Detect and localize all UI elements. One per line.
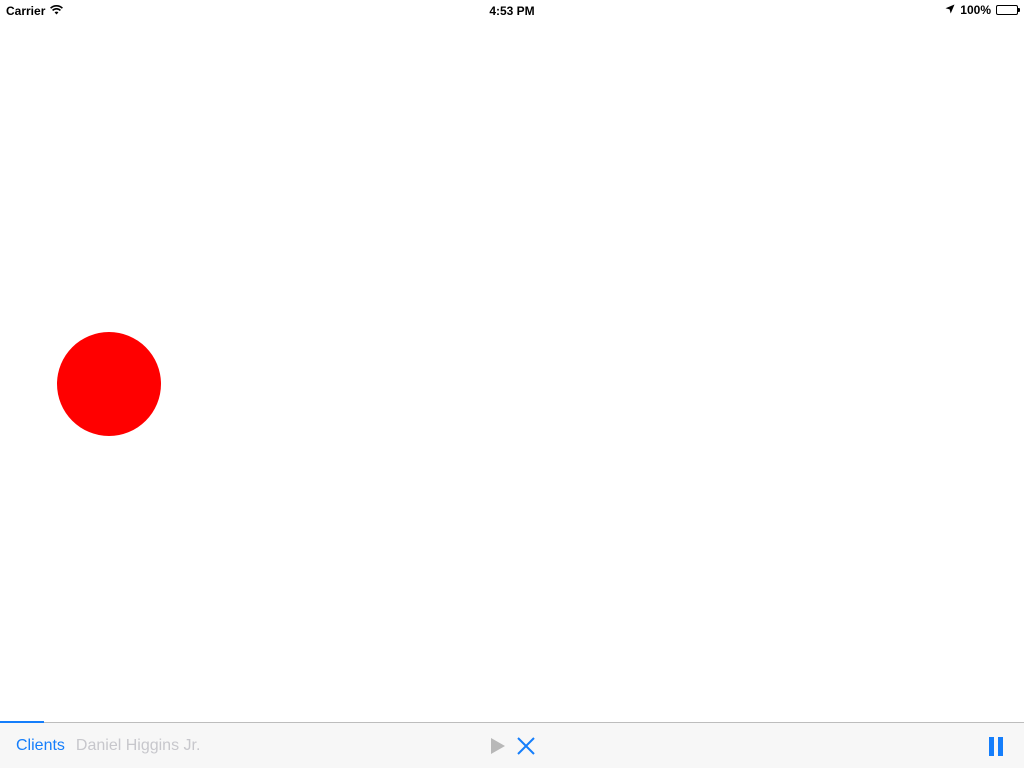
- breadcrumb-clients-link[interactable]: Clients: [16, 737, 65, 755]
- battery-icon: [996, 5, 1020, 15]
- wifi-icon: [50, 4, 64, 18]
- battery-percent: 100%: [960, 3, 991, 17]
- status-right: 100%: [945, 3, 1020, 17]
- progress-bar-fill: [0, 721, 45, 723]
- breadcrumb-current-client: Daniel Higgins Jr.: [75, 737, 201, 754]
- status-time: 4:53 PM: [489, 4, 535, 18]
- carrier-label: Carrier: [6, 4, 46, 18]
- close-icon: [517, 737, 535, 755]
- status-bar: Carrier 4:53 PM 100%: [0, 0, 1024, 20]
- play-button[interactable]: [489, 737, 507, 755]
- red-circle[interactable]: [57, 332, 161, 436]
- status-left: Carrier: [6, 4, 64, 18]
- progress-bar: [0, 721, 1024, 723]
- battery-tip: [1018, 8, 1020, 12]
- location-arrow-icon: [945, 3, 955, 17]
- pause-button[interactable]: [988, 737, 1004, 756]
- screen: Carrier 4:53 PM 100% Clients Daniel Higg…: [0, 0, 1024, 768]
- bottom-toolbar: Clients Daniel Higgins Jr.: [0, 721, 1024, 768]
- pause-icon: [989, 737, 1003, 756]
- breadcrumb: Clients Daniel Higgins Jr.: [16, 737, 200, 755]
- play-icon: [491, 738, 505, 754]
- close-button[interactable]: [516, 736, 536, 756]
